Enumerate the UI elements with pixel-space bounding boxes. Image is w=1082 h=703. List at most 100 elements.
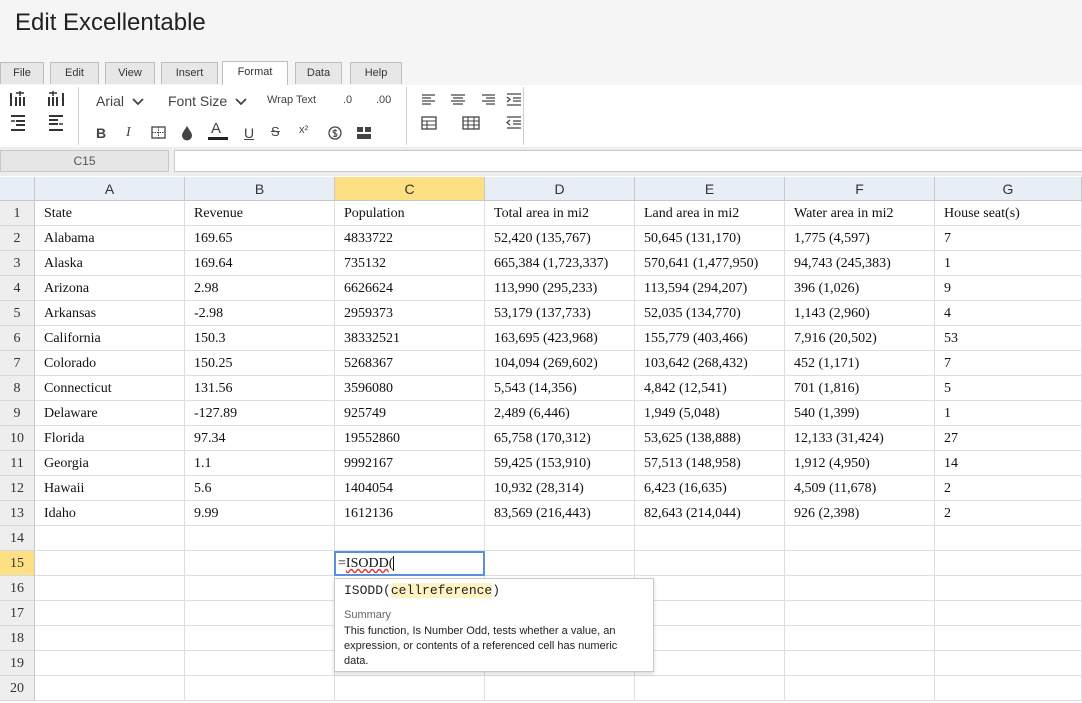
cell-d13[interactable]: 83,569 (216,443) [485,501,635,526]
cell-b3[interactable]: 169.64 [185,251,335,276]
outdent-icon[interactable] [505,114,523,132]
cell-b4[interactable]: 2.98 [185,276,335,301]
cell-g8[interactable]: 5 [935,376,1082,401]
tab-help[interactable]: Help [350,62,402,84]
cell-f17[interactable] [785,601,935,626]
tab-file[interactable]: File [0,62,44,84]
cell-e7[interactable]: 103,642 (268,432) [635,351,785,376]
cell-c2[interactable]: 4833722 [335,226,485,251]
cell-g1[interactable]: House seat(s) [935,201,1082,226]
cell-e8[interactable]: 4,842 (12,541) [635,376,785,401]
cell-a8[interactable]: Connecticut [35,376,185,401]
cell-c10[interactable]: 19552860 [335,426,485,451]
tab-insert[interactable]: Insert [161,62,218,84]
cell-g4[interactable]: 9 [935,276,1082,301]
cell-a12[interactable]: Hawaii [35,476,185,501]
cell-e17[interactable] [635,601,785,626]
cell-g16[interactable] [935,576,1082,601]
cell-d9[interactable]: 2,489 (6,446) [485,401,635,426]
font-color-button[interactable]: A [208,120,228,140]
cell-editor[interactable]: =ISODD( [334,551,485,576]
row-header-4[interactable]: 4 [0,276,35,301]
cell-d4[interactable]: 113,990 (295,233) [485,276,635,301]
cell-e10[interactable]: 53,625 (138,888) [635,426,785,451]
align-center-icon[interactable] [449,91,467,109]
fill-color-icon[interactable] [178,124,196,142]
cell-a7[interactable]: Colorado [35,351,185,376]
cell-a3[interactable]: Alaska [35,251,185,276]
cell-d8[interactable]: 5,543 (14,356) [485,376,635,401]
cell-g7[interactable]: 7 [935,351,1082,376]
cell-g5[interactable]: 4 [935,301,1082,326]
cell-a11[interactable]: Georgia [35,451,185,476]
cell-g13[interactable]: 2 [935,501,1082,526]
row-header-10[interactable]: 10 [0,426,35,451]
row-header-17[interactable]: 17 [0,601,35,626]
cell-d11[interactable]: 59,425 (153,910) [485,451,635,476]
tab-view[interactable]: View [105,62,155,84]
superscript-button[interactable]: x² [299,124,308,136]
strikethrough-button[interactable]: S [271,124,280,139]
function-signature[interactable]: ISODD(cellreference) [344,583,500,598]
row-header-16[interactable]: 16 [0,576,35,601]
cell-b2[interactable]: 169.65 [185,226,335,251]
cell-d20[interactable] [485,676,635,701]
cell-f5[interactable]: 1,143 (2,960) [785,301,935,326]
tab-format[interactable]: Format [222,61,288,85]
cell-b8[interactable]: 131.56 [185,376,335,401]
cell-b15[interactable] [185,551,335,576]
cell-d5[interactable]: 53,179 (137,733) [485,301,635,326]
cell-a9[interactable]: Delaware [35,401,185,426]
bold-button[interactable]: B [96,125,106,141]
cell-g18[interactable] [935,626,1082,651]
cell-f18[interactable] [785,626,935,651]
font-size-select[interactable]: Font Size [168,93,247,109]
row-header-7[interactable]: 7 [0,351,35,376]
cell-e6[interactable]: 155,779 (403,466) [635,326,785,351]
row-header-11[interactable]: 11 [0,451,35,476]
cell-d2[interactable]: 52,420 (135,767) [485,226,635,251]
cell-c7[interactable]: 5268367 [335,351,485,376]
insert-column-left-icon[interactable] [9,91,27,109]
row-header-18[interactable]: 18 [0,626,35,651]
cell-a2[interactable]: Alabama [35,226,185,251]
cell-a6[interactable]: California [35,326,185,351]
cell-f8[interactable]: 701 (1,816) [785,376,935,401]
cell-a5[interactable]: Arkansas [35,301,185,326]
cell-e12[interactable]: 6,423 (16,635) [635,476,785,501]
font-family-select[interactable]: Arial [96,93,144,109]
row-header-3[interactable]: 3 [0,251,35,276]
cell-a10[interactable]: Florida [35,426,185,451]
column-header-a[interactable]: A [35,177,185,201]
cell-f10[interactable]: 12,133 (31,424) [785,426,935,451]
cell-c12[interactable]: 1404054 [335,476,485,501]
cell-a17[interactable] [35,601,185,626]
row-header-8[interactable]: 8 [0,376,35,401]
currency-format-icon[interactable] [326,124,344,142]
cell-f6[interactable]: 7,916 (20,502) [785,326,935,351]
cell-b10[interactable]: 97.34 [185,426,335,451]
select-all-corner[interactable] [0,177,35,201]
merge-cells-icon[interactable] [355,124,373,142]
row-header-20[interactable]: 20 [0,676,35,701]
column-header-e[interactable]: E [635,177,785,201]
cell-g6[interactable]: 53 [935,326,1082,351]
cell-e13[interactable]: 82,643 (214,044) [635,501,785,526]
column-header-f[interactable]: F [785,177,935,201]
insert-column-right-icon[interactable] [47,91,65,109]
row-header-19[interactable]: 19 [0,651,35,676]
cell-c9[interactable]: 925749 [335,401,485,426]
cell-b13[interactable]: 9.99 [185,501,335,526]
table-style-icon[interactable] [462,114,480,132]
cell-d15[interactable] [485,551,635,576]
cell-e9[interactable]: 1,949 (5,048) [635,401,785,426]
decrease-decimal-button[interactable]: .0 [343,94,352,106]
cell-f14[interactable] [785,526,935,551]
cell-d10[interactable]: 65,758 (170,312) [485,426,635,451]
column-header-d[interactable]: D [485,177,635,201]
cell-d1[interactable]: Total area in mi2 [485,201,635,226]
insert-row-below-icon[interactable] [47,114,65,132]
cell-c1[interactable]: Population [335,201,485,226]
cell-e3[interactable]: 570,641 (1,477,950) [635,251,785,276]
cell-e1[interactable]: Land area in mi2 [635,201,785,226]
